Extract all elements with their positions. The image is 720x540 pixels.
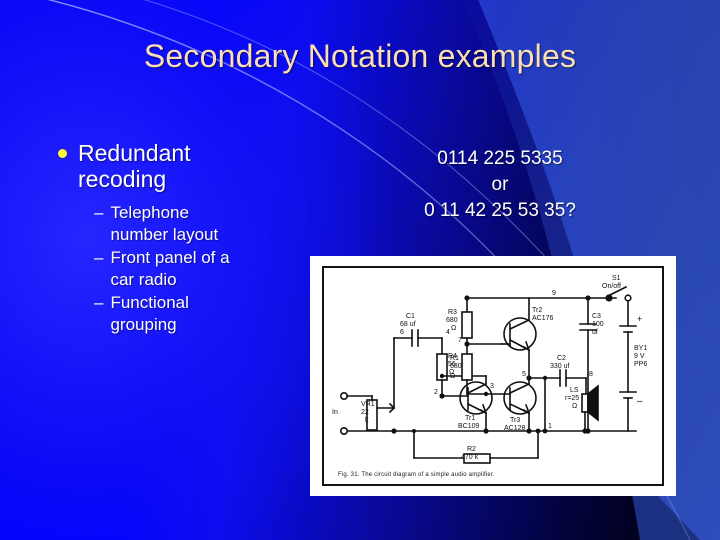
label-r3-value: 680 bbox=[446, 317, 458, 324]
label-c1-ref: C1 bbox=[406, 313, 415, 320]
bullet-dot-icon bbox=[58, 149, 67, 158]
phone-number-conjunction: or bbox=[491, 174, 509, 195]
label-battery-plus: + bbox=[637, 314, 642, 324]
label-tr2-value: AC176 bbox=[532, 315, 554, 322]
sub-bullet-label: Front panel of a car radio bbox=[110, 248, 230, 289]
label-vr1-unit: k bbox=[365, 417, 369, 424]
label-battery-minus: – bbox=[637, 396, 643, 407]
node-number-1: 1 bbox=[548, 423, 552, 430]
label-tr2-ref: Tr2 bbox=[532, 307, 542, 314]
label-by1-type: PP6 bbox=[634, 361, 647, 368]
list-item: – Telephone number layout bbox=[94, 202, 308, 246]
label-vr1-ref: VR1 bbox=[361, 401, 375, 408]
node-number-8: 8 bbox=[589, 371, 593, 378]
label-r4-value: 56 bbox=[448, 361, 456, 368]
left-content-column: Redundant recoding – Telephone number la… bbox=[58, 140, 308, 337]
label-input: In bbox=[332, 409, 338, 416]
label-s1-ref: S1 bbox=[612, 275, 621, 282]
label-tr3-ref: Tr3 bbox=[510, 417, 520, 424]
label-tr1-ref: Tr1 bbox=[465, 415, 475, 422]
label-r3-unit: Ω bbox=[451, 325, 456, 332]
label-r4-unit: Ω bbox=[449, 369, 454, 376]
label-by1-voltage: 9 V bbox=[634, 353, 645, 360]
label-c1-value: 68 uf bbox=[400, 321, 416, 328]
label-ls-unit: Ω bbox=[572, 403, 577, 410]
label-s1-value: On/off bbox=[602, 283, 621, 290]
slide: Secondary Notation examples Redundant re… bbox=[0, 0, 720, 540]
dash-icon: – bbox=[94, 203, 104, 222]
label-r2-value: 470 k bbox=[461, 454, 479, 461]
phone-number-alternate: 0 11 42 25 53 35? bbox=[424, 200, 576, 221]
node-number-2: 2 bbox=[434, 389, 438, 396]
node-number-3: 3 bbox=[490, 383, 494, 390]
label-r3-ref: R3 bbox=[448, 309, 457, 316]
label-r4-ref: R4 bbox=[448, 353, 457, 360]
node-number-7: 7 bbox=[458, 337, 462, 344]
label-ls-ref: LS bbox=[570, 387, 579, 394]
circuit-diagram-image: In VR1 22 k C1 68 uf R1 680 Ω R2 470 k R… bbox=[310, 256, 676, 496]
dash-icon: – bbox=[94, 248, 104, 267]
sub-bullet-list: – Telephone number layout – Front panel … bbox=[94, 202, 308, 336]
label-c3-value: 100 bbox=[592, 321, 604, 328]
label-tr3-value: AC128 bbox=[504, 425, 526, 432]
label-ls-value: r=25 bbox=[565, 395, 579, 402]
main-bullet-item: Redundant recoding bbox=[58, 140, 308, 192]
node-number-5: 5 bbox=[522, 371, 526, 378]
sub-bullet-label: Telephone number layout bbox=[110, 203, 219, 244]
node-number-6: 6 bbox=[400, 329, 404, 336]
label-c2-value: 330 uf bbox=[550, 363, 570, 370]
node-number-4: 4 bbox=[446, 329, 450, 336]
figure-caption: Fig. 31. The circuit diagram of a simple… bbox=[338, 472, 495, 478]
phone-number-grouped: 0114 225 5335 bbox=[437, 148, 563, 169]
sub-bullet-label: Functional grouping bbox=[110, 293, 189, 334]
label-c3-unit: uf bbox=[592, 329, 598, 336]
label-r2-ref: R2 bbox=[467, 446, 476, 453]
label-c2-ref: C2 bbox=[557, 355, 566, 362]
list-item: – Front panel of a car radio bbox=[94, 247, 308, 291]
main-bullet-label: Redundant recoding bbox=[78, 140, 191, 192]
label-tr1-value: BC109 bbox=[458, 423, 480, 430]
page-title: Secondary Notation examples bbox=[143, 38, 577, 74]
label-by1-ref: BY1 bbox=[634, 345, 647, 352]
circuit-schematic: In VR1 22 k C1 68 uf R1 680 Ω R2 470 k R… bbox=[332, 275, 647, 464]
node-number-9: 9 bbox=[552, 290, 556, 297]
label-c3-ref: C3 bbox=[592, 313, 601, 320]
dash-icon: – bbox=[94, 293, 104, 312]
phone-number-example: 0114 225 5335 or 0 11 42 25 53 35? bbox=[350, 146, 650, 224]
circuit-diagram-canvas: In VR1 22 k C1 68 uf R1 680 Ω R2 470 k R… bbox=[322, 266, 664, 486]
list-item: – Functional grouping bbox=[94, 292, 308, 336]
label-vr1-value: 22 bbox=[361, 409, 369, 416]
